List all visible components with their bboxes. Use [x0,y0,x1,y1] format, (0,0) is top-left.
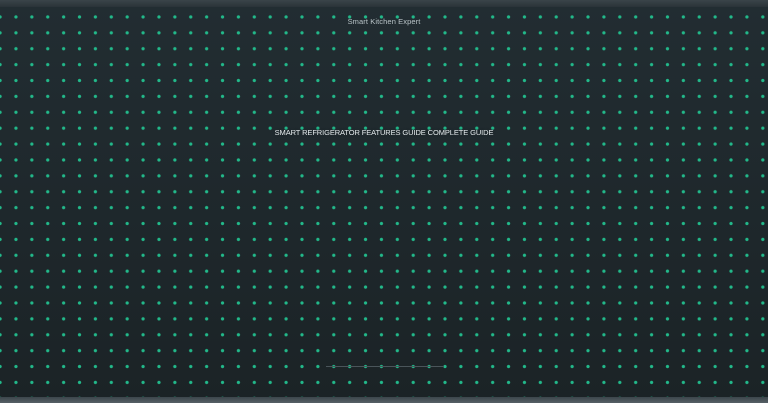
dot-grid-pattern [0,7,768,397]
page-headline: SMART REFRIGERATOR FEATURES GUIDE COMPLE… [274,128,494,137]
hero-banner: Smart Kitchen Expert SMART REFRIGERATOR … [0,0,768,403]
bottom-border [0,397,768,403]
brand-name: Smart Kitchen Expert [347,17,421,26]
top-border [0,0,768,7]
divider-line [326,366,444,367]
